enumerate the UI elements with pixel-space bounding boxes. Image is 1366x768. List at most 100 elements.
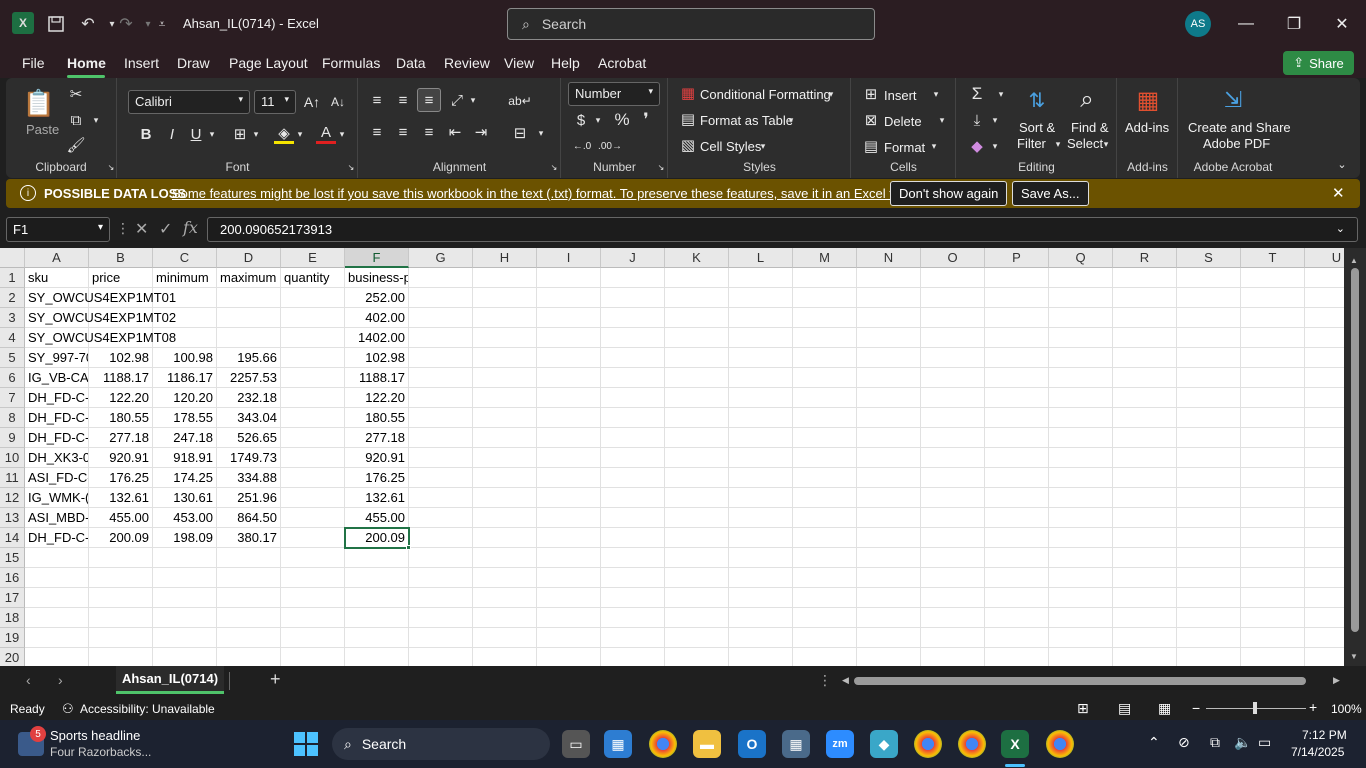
cell[interactable] <box>857 268 921 288</box>
cell[interactable] <box>793 268 857 288</box>
cell[interactable] <box>1177 368 1241 388</box>
format-as-table-icon[interactable]: ▤ <box>679 110 697 128</box>
cell[interactable] <box>1113 488 1177 508</box>
cell[interactable] <box>1049 548 1113 568</box>
cell[interactable] <box>473 488 537 508</box>
cell[interactable] <box>1305 448 1344 468</box>
cell[interactable] <box>665 368 729 388</box>
cell[interactable] <box>409 508 473 528</box>
cell[interactable] <box>601 368 665 388</box>
fill-handle[interactable] <box>406 545 411 550</box>
fill-dropdown-icon[interactable]: ▾ <box>989 110 1001 130</box>
cell[interactable]: SY_OWCUS4EXP1MT02 <box>25 308 176 328</box>
insert-function-icon[interactable]: fx <box>183 218 198 237</box>
column-header[interactable]: B <box>89 248 153 268</box>
column-header[interactable]: S <box>1177 248 1241 268</box>
tab-split-icon[interactable]: ⋮ <box>818 672 832 689</box>
tab-formulas[interactable]: Formulas <box>322 55 380 71</box>
cell[interactable] <box>537 488 601 508</box>
row-header[interactable]: 3 <box>0 308 25 328</box>
network-icon[interactable]: ⊘ <box>1178 734 1190 751</box>
cell[interactable] <box>89 648 153 666</box>
cell[interactable] <box>25 648 89 666</box>
volume-icon[interactable]: 🔈 <box>1234 734 1251 751</box>
cell[interactable]: minimum <box>153 268 217 288</box>
cell[interactable]: 195.66 <box>217 348 281 368</box>
cell[interactable] <box>1305 348 1344 368</box>
cell[interactable] <box>1305 328 1344 348</box>
cell[interactable]: 920.91 <box>345 448 409 468</box>
cell[interactable] <box>665 608 729 628</box>
bold-icon[interactable]: B <box>136 124 156 144</box>
cell[interactable] <box>1049 508 1113 528</box>
cell[interactable] <box>1241 528 1305 548</box>
cell[interactable]: business-price <box>345 268 409 288</box>
cell[interactable]: 132.61 <box>345 488 409 508</box>
cell[interactable] <box>153 568 217 588</box>
cell[interactable] <box>281 508 345 528</box>
cell[interactable] <box>1049 388 1113 408</box>
cell[interactable] <box>985 468 1049 488</box>
cell[interactable] <box>1177 648 1241 666</box>
cell[interactable] <box>1177 628 1241 648</box>
cell[interactable] <box>665 428 729 448</box>
cell[interactable] <box>665 508 729 528</box>
adobe-pdf-label[interactable]: Adobe PDF <box>1203 136 1270 151</box>
taskbar-search[interactable]: ⌕ Search <box>332 728 550 760</box>
cell[interactable] <box>473 428 537 448</box>
cell[interactable] <box>985 348 1049 368</box>
cell[interactable] <box>1049 368 1113 388</box>
cell[interactable] <box>473 548 537 568</box>
cell[interactable] <box>985 448 1049 468</box>
enter-icon[interactable]: ✓ <box>159 219 172 239</box>
warning-message-link[interactable]: Some features might be lost if you save … <box>172 186 950 201</box>
cell[interactable] <box>1305 428 1344 448</box>
cell[interactable] <box>729 628 793 648</box>
copy-icon[interactable]: ⧉ <box>66 110 86 130</box>
number-launcher-icon[interactable]: ↘ <box>656 162 666 172</box>
column-header[interactable]: C <box>153 248 217 268</box>
cell[interactable] <box>537 528 601 548</box>
cell[interactable]: SY_997-70 <box>25 348 89 368</box>
cell[interactable] <box>345 588 409 608</box>
cell[interactable] <box>217 288 281 308</box>
underline-dropdown-icon[interactable]: ▾ <box>206 124 218 144</box>
cell[interactable] <box>601 448 665 468</box>
calculator-icon[interactable]: ▦ <box>782 730 810 758</box>
cell[interactable] <box>1241 288 1305 308</box>
cell[interactable] <box>729 568 793 588</box>
cell[interactable] <box>537 288 601 308</box>
cell[interactable] <box>1177 428 1241 448</box>
merge-center-icon[interactable]: ⊟ <box>509 122 531 144</box>
cell[interactable] <box>345 648 409 666</box>
cell[interactable] <box>921 268 985 288</box>
cell[interactable] <box>857 368 921 388</box>
cell[interactable] <box>1305 488 1344 508</box>
cell[interactable] <box>793 408 857 428</box>
decrease-font-icon[interactable]: A↓ <box>328 92 348 112</box>
chevron-down-icon[interactable]: ▾ <box>1053 136 1063 152</box>
cell[interactable] <box>409 368 473 388</box>
cell[interactable] <box>985 428 1049 448</box>
cell[interactable] <box>985 528 1049 548</box>
chrome-profile-icon[interactable] <box>914 730 942 758</box>
cell[interactable] <box>473 408 537 428</box>
cell[interactable]: maximum <box>217 268 281 288</box>
cell[interactable]: 122.20 <box>345 388 409 408</box>
cell[interactable] <box>409 568 473 588</box>
cell[interactable] <box>601 648 665 666</box>
cell[interactable]: 343.04 <box>217 408 281 428</box>
find-select-icon[interactable]: ⌕ <box>1071 84 1103 116</box>
cell[interactable] <box>665 268 729 288</box>
cell[interactable] <box>665 408 729 428</box>
cell[interactable] <box>729 588 793 608</box>
cell[interactable] <box>857 288 921 308</box>
vertical-scrollbar[interactable]: ▲ ▼ <box>1344 248 1366 666</box>
avatar[interactable]: AS <box>1185 11 1211 37</box>
cell[interactable] <box>89 608 153 628</box>
start-icon[interactable] <box>294 732 318 756</box>
column-header[interactable]: L <box>729 248 793 268</box>
cell[interactable] <box>793 508 857 528</box>
cell[interactable] <box>1049 348 1113 368</box>
cell[interactable] <box>985 568 1049 588</box>
